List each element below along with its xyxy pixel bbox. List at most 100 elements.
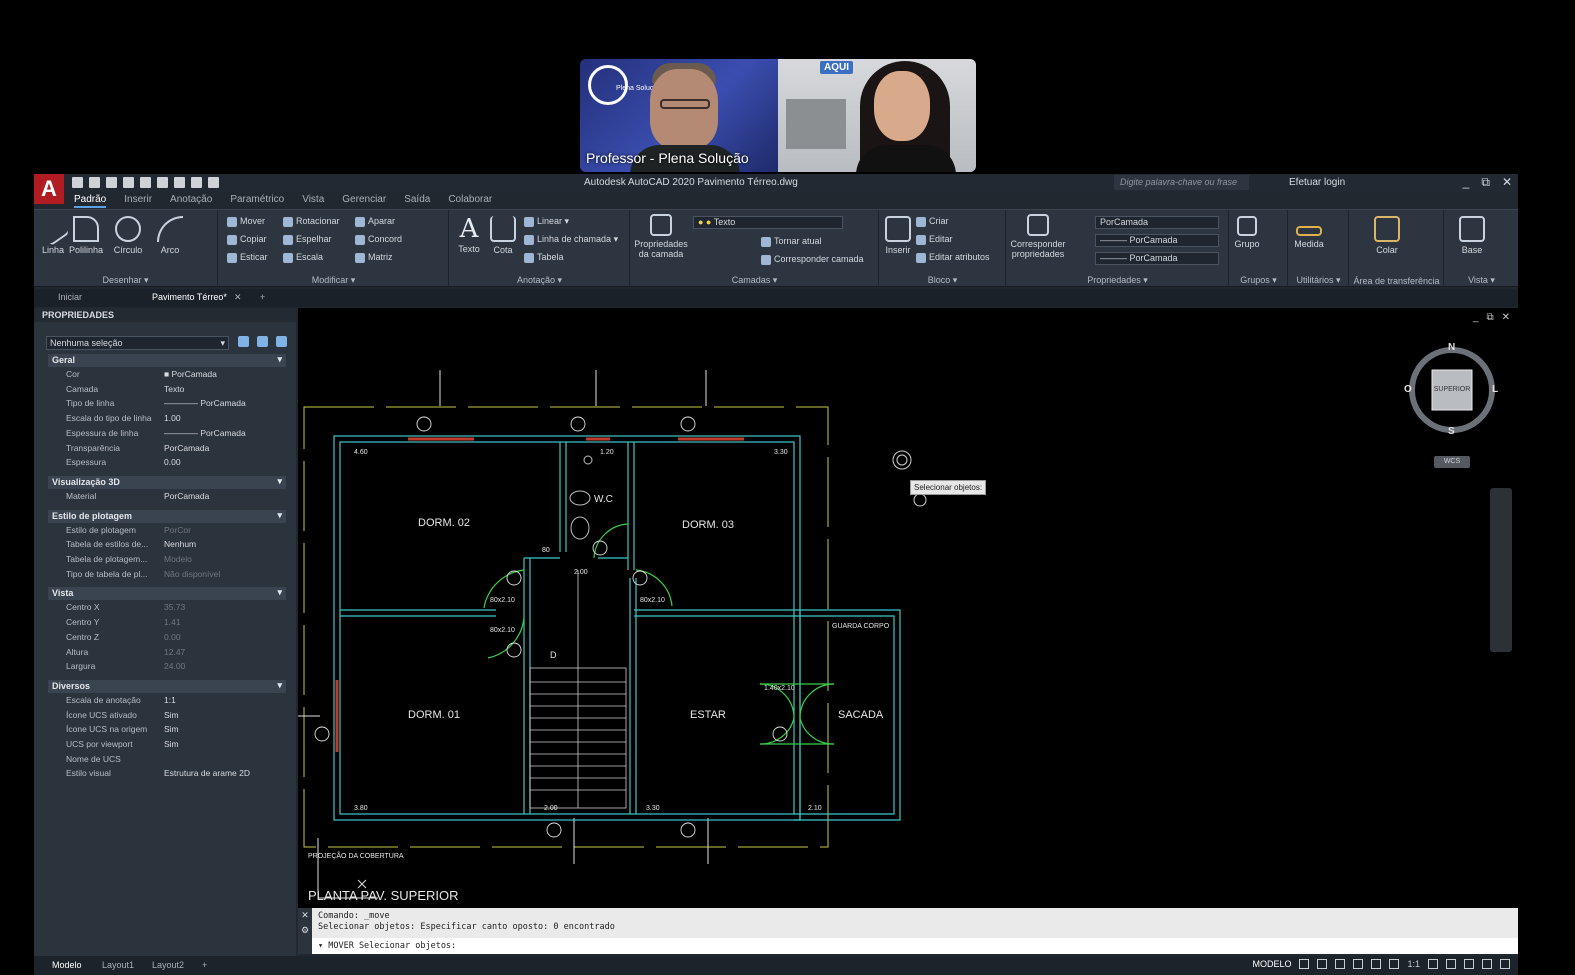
cota-button[interactable]: Cota (488, 216, 518, 255)
ortho-icon[interactable] (1335, 959, 1346, 969)
property-row[interactable]: Transparência PorCamada (48, 443, 286, 457)
select-objects-icon[interactable] (257, 336, 268, 347)
print-icon[interactable] (174, 177, 185, 188)
layer-properties-button[interactable]: Propriedades da camada (633, 214, 689, 259)
transferencia-panel-title[interactable]: Área de transferência (1350, 276, 1443, 286)
open-icon[interactable] (89, 177, 100, 188)
undo-icon[interactable] (191, 177, 202, 188)
tab-layout1[interactable]: Layout1 (102, 960, 134, 970)
property-group-header[interactable]: Geral ▾ (48, 354, 286, 367)
vista-panel-title[interactable]: Vista ▾ (1445, 275, 1518, 286)
linetype-dropdown[interactable]: ——— PorCamada (1095, 234, 1219, 247)
tab-inserir[interactable]: Inserir (124, 194, 152, 208)
circulo-button[interactable]: Círculo (110, 216, 146, 255)
property-row[interactable]: Estilo visual Estrutura de arame 2D (48, 768, 286, 782)
corresponder-camada-button[interactable]: Corresponder camada (761, 254, 864, 265)
tab-modelo[interactable]: Modelo (52, 960, 82, 970)
command-input[interactable]: ▾ MOVER Selecionar objetos: (312, 938, 1518, 954)
property-row[interactable]: Tabela de estilos de... Nenhum (48, 539, 286, 553)
grid-icon[interactable] (1299, 959, 1310, 969)
close-command-icon[interactable]: ✕ (298, 908, 312, 923)
new-tab-button[interactable]: + (260, 292, 265, 302)
property-group-header[interactable]: Diversos ▾ (48, 679, 286, 693)
matriz-button[interactable]: Matriz (355, 252, 393, 263)
rotacionar-button[interactable]: Rotacionar (283, 216, 340, 227)
criar-button[interactable]: Criar (916, 216, 949, 227)
modificar-panel-title[interactable]: Modificar ▾ (219, 275, 448, 286)
tab-iniciar[interactable]: Iniciar (58, 292, 82, 302)
tab-saida[interactable]: Saída (404, 194, 430, 208)
compass-south[interactable]: S (1448, 426, 1455, 437)
viewport-close-button[interactable]: ✕ (1502, 312, 1510, 323)
property-row[interactable]: Altura 12.47 (48, 647, 286, 661)
tabela-button[interactable]: Tabela (524, 252, 564, 263)
aparar-button[interactable]: Aparar (355, 216, 395, 227)
anotacao-panel-title[interactable]: Anotação ▾ (450, 275, 629, 286)
fullscreen-icon[interactable] (1482, 959, 1492, 969)
camadas-panel-title[interactable]: Camadas ▾ (631, 275, 878, 286)
propriedades-panel-title[interactable]: Propriedades ▾ (1007, 275, 1228, 286)
base-button[interactable]: Base (1455, 216, 1489, 255)
corresponder-propriedades-button[interactable]: Corresponder propriedades (1009, 214, 1067, 259)
property-row[interactable]: UCS por viewport Sim (48, 739, 286, 753)
texto-button[interactable]: A Texto (454, 214, 484, 254)
esticar-button[interactable]: Esticar (227, 252, 268, 263)
add-layout-button[interactable]: + (202, 960, 207, 970)
copiar-button[interactable]: Copiar (227, 234, 267, 245)
wcs-menu[interactable]: WCS (1434, 456, 1470, 468)
save-as-icon[interactable] (123, 177, 134, 188)
compass-east[interactable]: L (1492, 384, 1498, 395)
model-space-button[interactable]: MODELO (1252, 959, 1291, 969)
concord-button[interactable]: Concord (355, 234, 402, 245)
annotation-icon[interactable] (1389, 959, 1400, 969)
property-row[interactable]: Tipo de linha ———— PorCamada (48, 398, 286, 412)
colar-button[interactable]: Colar (1370, 216, 1404, 255)
editar-button[interactable]: Editar (916, 234, 953, 245)
selection-dropdown[interactable]: Nenhuma seleção ▾ (46, 336, 229, 350)
property-group-header[interactable]: Vista ▾ (48, 587, 286, 601)
property-row[interactable]: Estilo de plotagem PorCor (48, 525, 286, 539)
isolate-icon[interactable] (1464, 959, 1474, 969)
drawing-viewport[interactable]: DORM. 02 DORM. 03 DORM. 01 ESTAR SACADA … (298, 308, 1518, 908)
menu-icon[interactable] (1500, 959, 1510, 969)
property-row[interactable]: Centro Y 1.41 (48, 617, 286, 631)
lineweight-dropdown[interactable]: ——— PorCamada (1095, 252, 1219, 265)
annotation-scale[interactable]: 1:1 (1407, 959, 1420, 969)
property-group-header[interactable]: Visualização 3D ▾ (48, 475, 286, 489)
compass-west[interactable]: O (1404, 384, 1412, 395)
property-row[interactable]: Centro Z 0.00 (48, 632, 286, 646)
property-row[interactable]: Centro X 35.73 (48, 602, 286, 616)
login-button[interactable]: Efetuar login (1289, 177, 1345, 188)
polar-icon[interactable] (1353, 959, 1364, 969)
tab-anotacao[interactable]: Anotação (170, 194, 212, 208)
medida-button[interactable]: Medida (1291, 216, 1327, 249)
settings-icon[interactable] (1428, 959, 1438, 969)
bloco-panel-title[interactable]: Bloco ▾ (880, 275, 1005, 286)
viewcube[interactable]: N S L O SUPERIOR (1404, 342, 1500, 438)
property-row[interactable]: Escala de anotação 1:1 (48, 695, 286, 709)
linha-chamada-button[interactable]: Linha de chamada ▾ (524, 234, 618, 245)
osnap-icon[interactable] (1371, 959, 1382, 969)
viewport-minimize-button[interactable]: _ (1473, 312, 1479, 323)
espelhar-button[interactable]: Espelhar (283, 234, 332, 245)
property-row[interactable]: Espessura 0.00 (48, 457, 286, 471)
quick-select-icon[interactable] (238, 336, 249, 347)
property-row[interactable]: Espessura de linha ———— PorCamada (48, 428, 286, 442)
customize-command-icon[interactable]: ⚙ (298, 923, 312, 938)
save-icon[interactable] (106, 177, 117, 188)
search-input[interactable]: Digite palavra-chave ou frase (1114, 175, 1249, 190)
tab-gerenciar[interactable]: Gerenciar (342, 194, 386, 208)
linha-button[interactable]: Linha (36, 212, 70, 255)
property-row[interactable]: Ícone UCS ativado Sim (48, 710, 286, 724)
plus-icon[interactable] (1446, 959, 1456, 969)
tab-padrao[interactable]: Padrão (74, 194, 107, 208)
close-tab-icon[interactable]: ✕ (234, 292, 242, 303)
escala-button[interactable]: Escala (283, 252, 323, 263)
desenhar-panel-title[interactable]: Desenhar ▾ (34, 275, 217, 286)
property-row[interactable]: Tipo de tabela de pl... Não disponível (48, 569, 286, 583)
mover-button[interactable]: Mover (227, 216, 265, 227)
tab-pavimento-terreo[interactable]: Pavimento Térreo* (152, 292, 227, 302)
arco-button[interactable]: Arco (154, 216, 186, 255)
inserir-button[interactable]: Inserir (884, 216, 912, 255)
redo-icon[interactable] (208, 177, 219, 188)
